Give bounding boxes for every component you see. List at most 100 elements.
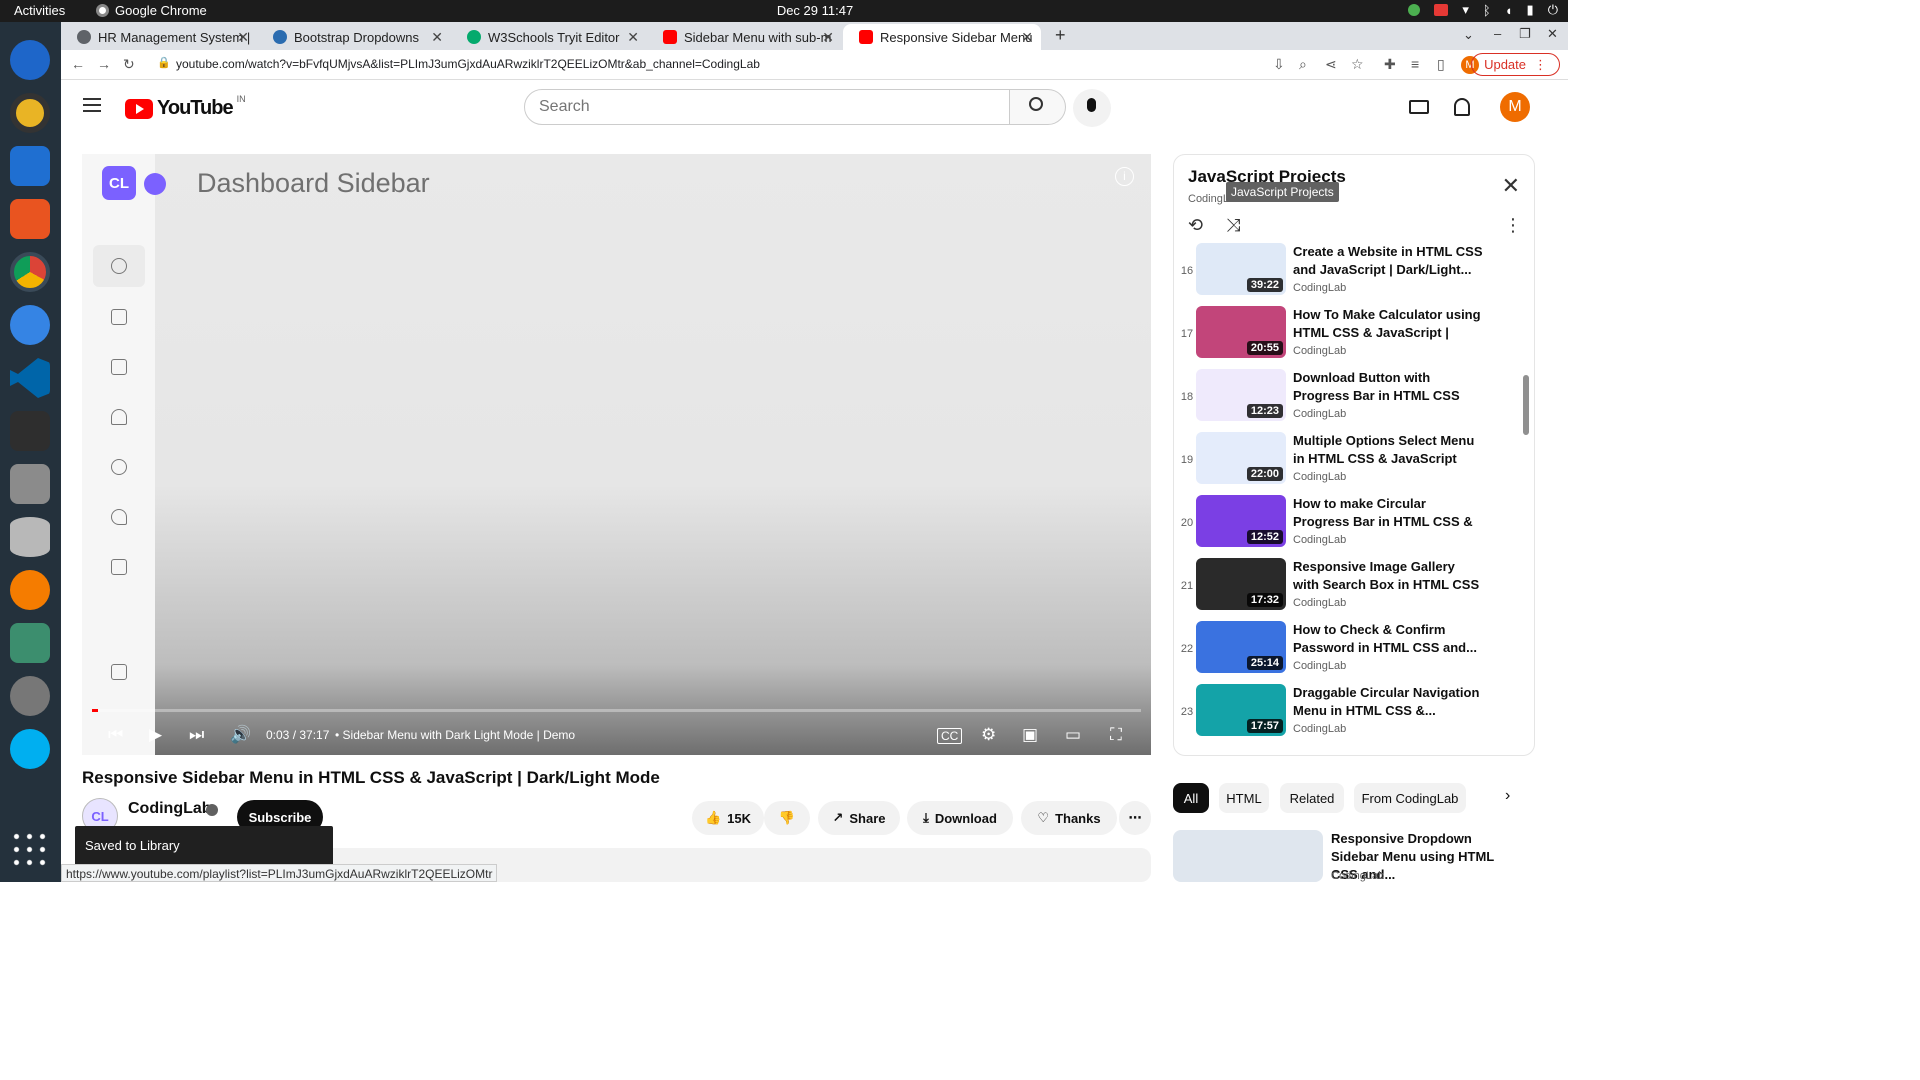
thunderbird-icon[interactable] [10, 40, 50, 80]
terminal-icon[interactable] [10, 411, 50, 451]
close-playlist-icon[interactable]: ✕ [1502, 173, 1520, 199]
forward-icon[interactable]: → [97, 56, 111, 72]
settings-gear-icon[interactable]: ⚙ [981, 725, 996, 745]
chapter-title[interactable]: • Sidebar Menu with Dark Light Mode | De… [335, 728, 575, 742]
editor-icon[interactable] [10, 570, 50, 610]
maximize-icon[interactable]: ❐ [1519, 26, 1531, 42]
progress-bar[interactable] [92, 709, 1141, 712]
share-icon: ↗ [832, 810, 844, 825]
vscode-icon[interactable] [10, 358, 50, 398]
voice-search-button[interactable] [1073, 89, 1111, 127]
hamburger-menu-icon[interactable] [83, 98, 101, 112]
chrome-dock-icon[interactable] [10, 252, 50, 292]
reload-icon[interactable]: ↻ [123, 56, 135, 73]
play-icon[interactable]: ▶ [149, 725, 162, 745]
playlist-item[interactable]: 19 22:00 Multiple Options Select Menu in H… [1174, 432, 1524, 495]
zoom-icon[interactable]: ⌕ [1299, 56, 1307, 73]
recommended-video[interactable]: Responsive Dropdown Sidebar Menu using H… [1173, 830, 1513, 882]
media-icon[interactable]: ≡ [1411, 56, 1419, 72]
chips-next-icon[interactable]: › [1505, 787, 1510, 805]
playlist-item[interactable]: 22 25:14 How to Check & Confirm Password i… [1174, 621, 1524, 684]
miniplayer-icon[interactable]: ▣ [1022, 725, 1038, 745]
theater-mode-icon[interactable]: ▭ [1065, 725, 1081, 745]
share-page-icon[interactable]: ⋖ [1325, 56, 1337, 73]
info-icon[interactable]: i [1115, 167, 1134, 186]
playlist-more-icon[interactable]: ⋮ [1504, 215, 1522, 236]
captions-icon[interactable]: CC [937, 728, 963, 744]
tab-hr-management[interactable]: HR Management System | ✕ [61, 24, 257, 50]
android-studio-icon[interactable] [10, 623, 50, 663]
search-button[interactable] [1010, 89, 1066, 125]
playlist-item[interactable]: 17 20:55 How To Make Calculator using HTML… [1174, 306, 1524, 369]
url-field[interactable]: youtube.com/watch?v=bFvfqUMjvsA&list=PLI… [176, 57, 760, 71]
close-tab-icon[interactable]: ✕ [237, 29, 249, 46]
playlist-item[interactable]: 23 17:57 Draggable Circular Navigation Men… [1174, 684, 1524, 747]
chip-from-codinglab[interactable]: From CodingLab [1354, 783, 1466, 813]
volume-icon[interactable]: 🔊 [230, 725, 251, 745]
install-icon[interactable]: ⇩ [1273, 56, 1285, 73]
like-button[interactable]: 👍 15K [692, 801, 764, 835]
create-video-icon[interactable] [1409, 100, 1429, 114]
rhythmbox-icon[interactable] [10, 93, 50, 133]
clock[interactable]: Dec 29 11:47 [740, 3, 890, 18]
channel-name[interactable]: CodingLab [128, 800, 212, 818]
software-center-icon[interactable] [10, 199, 50, 239]
thanks-button[interactable]: ♡ Thanks [1021, 801, 1117, 835]
playlist-item[interactable]: 20 12:52 How to make Circular Progress Bar… [1174, 495, 1524, 558]
playlist-scrollbar[interactable] [1523, 375, 1529, 435]
playlist-item[interactable]: 18 12:23 Download Button with Progress Bar… [1174, 369, 1524, 432]
system-top-bar: Activities Google Chrome Dec 29 11:47 ▾ … [0, 0, 1568, 22]
database-icon[interactable] [10, 517, 50, 557]
tab-search-icon[interactable]: ⌄ [1463, 27, 1474, 43]
app-menu[interactable]: Google Chrome [96, 3, 207, 18]
tab-responsive-sidebar[interactable]: Responsive Sidebar Menu ✕ [843, 24, 1041, 50]
files-icon[interactable] [10, 464, 50, 504]
lock-icon[interactable]: 🔒 [157, 56, 171, 69]
writer-icon[interactable] [10, 146, 50, 186]
settings-icon[interactable] [10, 676, 50, 716]
fullscreen-icon[interactable]: ⛶ [1110, 725, 1122, 745]
notifications-bell-icon[interactable] [1454, 98, 1470, 116]
activities-button[interactable]: Activities [14, 3, 65, 18]
previous-icon[interactable]: ⏮ [108, 725, 123, 745]
share-button[interactable]: ↗ Share [818, 801, 900, 835]
close-window-icon[interactable]: ✕ [1547, 26, 1558, 42]
shuffle-icon[interactable]: ⤨ [1226, 215, 1240, 236]
thumbs-up-icon: 👍 [704, 810, 722, 825]
extensions-icon[interactable]: ✚ [1384, 56, 1396, 73]
tab-w3schools[interactable]: W3Schools Tryit Editor ✕ [451, 24, 647, 50]
next-icon[interactable]: ⏭ [189, 725, 204, 745]
more-actions-button[interactable]: ⋯ [1119, 801, 1151, 835]
mic-icon [1087, 98, 1096, 112]
playlist-item[interactable]: 16 39:22 Create a Website in HTML CSS and … [1174, 243, 1524, 306]
chip-html[interactable]: HTML [1219, 783, 1269, 813]
new-tab-button[interactable]: + [1055, 25, 1066, 46]
playlist-item-channel: CodingLab [1293, 660, 1347, 672]
bookmark-star-icon[interactable]: ☆ [1351, 56, 1364, 73]
duration-badge: 17:32 [1246, 593, 1283, 607]
minimize-icon[interactable]: – [1494, 26, 1501, 41]
back-icon[interactable]: ← [71, 56, 85, 72]
dislike-button[interactable]: 👎 [764, 801, 810, 835]
chip-all[interactable]: All [1173, 783, 1209, 813]
system-tray[interactable]: ▾ ᛒ ◖ ▮ ⏻ [1408, 2, 1558, 18]
tab-sidebar-submenu[interactable]: Sidebar Menu with sub-m ✕ [647, 24, 842, 50]
close-tab-icon[interactable]: ✕ [1021, 29, 1033, 46]
close-tab-icon[interactable]: ✕ [627, 29, 639, 46]
account-avatar[interactable]: M [1500, 92, 1530, 122]
skype-icon[interactable] [10, 729, 50, 769]
chip-related[interactable]: Related [1280, 783, 1344, 813]
side-panel-icon[interactable]: ▯ [1437, 56, 1445, 73]
close-tab-icon[interactable]: ✕ [431, 29, 443, 46]
loop-icon[interactable]: ⟲ [1188, 215, 1203, 236]
video-player[interactable]: CL Dashboard Sidebar i ⏮ ▶ ⏭ 🔊 0:03 / 37… [82, 154, 1151, 755]
playlist-item[interactable]: 21 17:32 Responsive Image Gallery with Sea… [1174, 558, 1524, 621]
update-button[interactable]: Update ⋮ [1471, 53, 1560, 76]
download-button[interactable]: ⤓ Download [907, 801, 1013, 835]
show-apps-icon[interactable] [10, 830, 50, 870]
youtube-logo[interactable]: YouTube IN [125, 94, 246, 120]
close-tab-icon[interactable]: ✕ [822, 29, 834, 46]
tab-bootstrap-dropdowns[interactable]: Bootstrap Dropdowns ✕ [257, 24, 451, 50]
search-input[interactable] [524, 89, 1010, 125]
help-icon[interactable] [10, 305, 50, 345]
